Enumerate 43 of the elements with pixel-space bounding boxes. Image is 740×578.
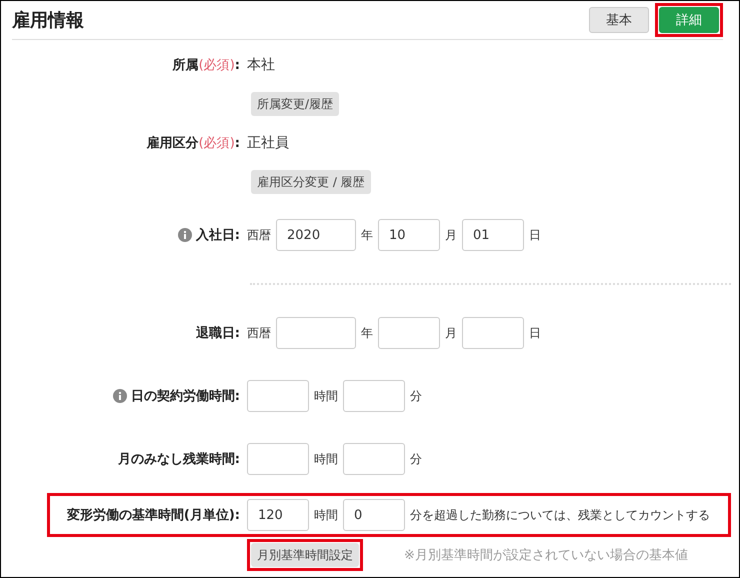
info-icon [178,228,192,242]
field-label: 変形労働の基準時間(月単位): [66,506,240,524]
unit-label: 月 [445,324,457,342]
unit-label: 日 [529,226,541,244]
unit-label: 年 [361,226,373,244]
input-field[interactable]: 2020 [276,219,356,251]
input-field[interactable]: 0 [343,499,405,531]
unit-label: 月 [445,226,457,244]
era-label: 西暦 [247,226,271,244]
note-text: ※月別基準時間が設定されていない場合の基本値 [404,547,688,564]
unit-label: 分を超過した勤務については、残業としてカウントする [410,506,710,524]
view-tab[interactable]: 基本 [589,7,649,33]
input-field[interactable]: 10 [378,219,440,251]
field-label: 所属(必須): [172,57,240,74]
era-label: 西暦 [247,324,271,342]
field-label: 月のみなし残業時間: [118,451,240,468]
field-label: 日の契約労働時間: [130,388,240,405]
unit-label: 時間 [314,506,338,524]
section-title: 雇用情報 [12,9,84,32]
info-icon [112,389,127,403]
action-button[interactable]: 月別基準時間設定 [251,543,359,567]
input-field[interactable] [343,380,405,412]
input-field[interactable] [247,380,309,412]
input-field[interactable]: 120 [247,499,309,531]
input-field[interactable]: 01 [462,219,524,251]
action-button[interactable]: 雇用区分変更 / 履歴 [251,170,371,194]
unit-label: 分 [410,388,422,404]
field-label: 退職日: [196,324,240,342]
input-field[interactable] [247,443,309,475]
unit-label: 年 [361,324,373,342]
field-value: 正社員 [247,134,290,152]
unit-label: 時間 [314,450,338,468]
field-label: 雇用区分(必須): [146,134,240,152]
unit-label: 分 [410,450,422,468]
action-button[interactable]: 所属変更/履歴 [251,92,340,116]
unit-label: 日 [529,324,541,342]
input-field[interactable] [462,317,524,349]
field-value: 本社 [247,56,276,74]
input-field[interactable] [343,443,405,475]
field-label: 入社日: [196,226,240,244]
input-field[interactable] [378,317,440,349]
unit-label: 時間 [314,388,338,404]
input-field[interactable] [276,317,356,349]
